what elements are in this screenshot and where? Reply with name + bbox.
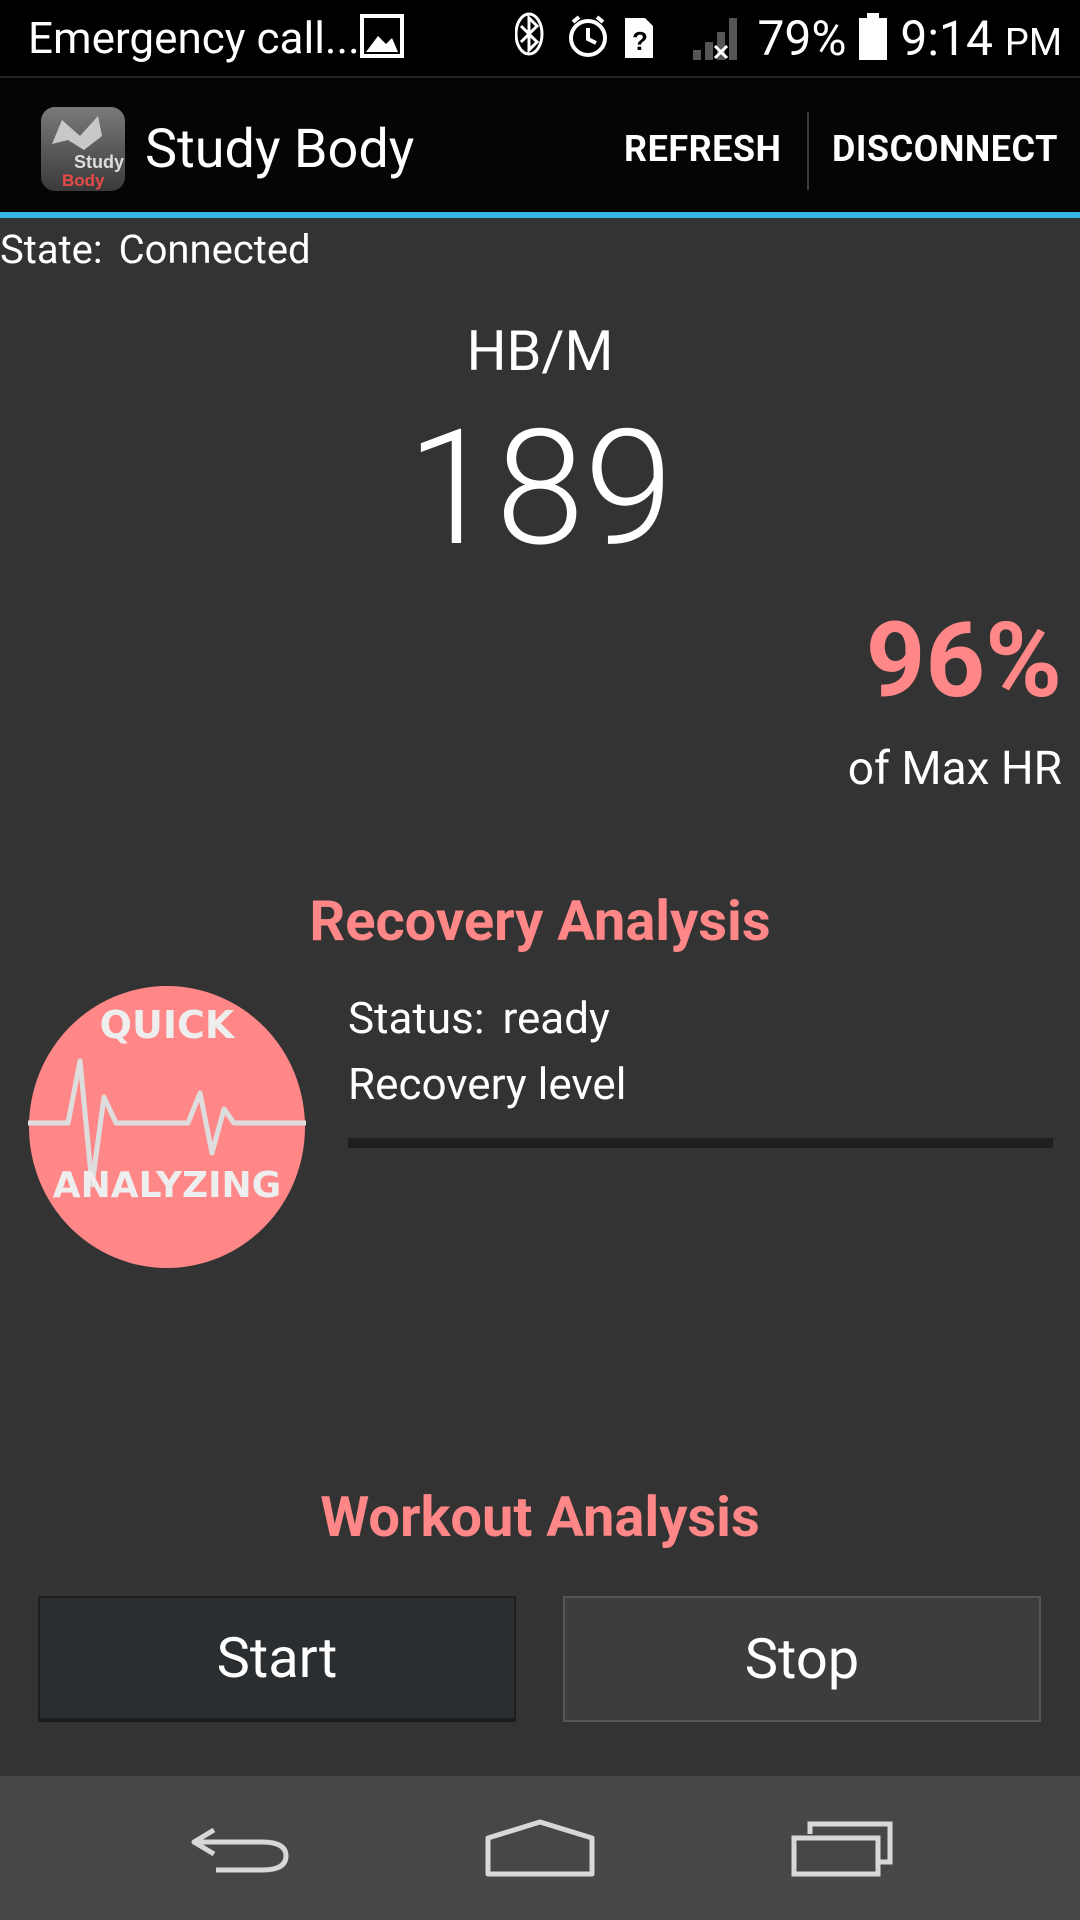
recovery-analysis-title: Recovery Analysis — [309, 888, 771, 954]
refresh-button[interactable]: REFRESH — [624, 128, 781, 170]
max-hr-percent: 96% — [865, 601, 1062, 722]
quick-analyzing-button[interactable]: QUICK ANALYZING — [28, 985, 306, 1269]
state-value: Connected — [118, 226, 311, 273]
svg-text:?: ? — [632, 26, 648, 56]
bluetooth-icon — [515, 12, 544, 56]
recovery-level-label: Recovery level — [348, 1058, 627, 1110]
state-label: State: — [0, 226, 103, 273]
logo-text-study: Study — [74, 152, 124, 172]
action-bar-accent-line — [0, 212, 1080, 218]
app-logo-icon[interactable]: Study Body — [40, 106, 126, 192]
workout-analysis-title: Workout Analysis — [320, 1484, 760, 1550]
stop-button-label: Stop — [744, 1626, 860, 1692]
stop-button[interactable]: Stop — [563, 1596, 1041, 1722]
recovery-level-progress-bar — [348, 1138, 1053, 1148]
action-bar: Study Body Study Body REFRESH DISCONNECT — [0, 76, 1080, 214]
heart-rate-value: 189 — [406, 396, 674, 583]
status-bar: Emergency call... ? 79% 9:14 PM — [0, 0, 1080, 76]
back-icon[interactable] — [186, 1818, 292, 1878]
status-right: 79% 9:14 PM — [757, 10, 1062, 67]
battery-icon — [859, 13, 888, 60]
badge-text-quick: QUICK — [100, 1003, 236, 1047]
badge-text-analyzing: ANALYZING — [53, 1165, 281, 1206]
disconnect-button[interactable]: DISCONNECT — [832, 128, 1058, 170]
recovery-status-row: Status: ready — [348, 992, 610, 1044]
status-icons: ? — [515, 12, 737, 60]
start-button[interactable]: Start — [38, 1596, 516, 1722]
state-row: State: Connected — [0, 226, 311, 273]
recovery-status-value: ready — [502, 992, 610, 1044]
max-hr-label: of Max HR — [847, 742, 1062, 796]
action-divider — [807, 112, 809, 190]
navigation-bar — [0, 1776, 1080, 1920]
alarm-icon — [569, 15, 607, 57]
recents-icon[interactable] — [790, 1818, 894, 1878]
start-button-label: Start — [216, 1625, 338, 1691]
app-title: Study Body — [145, 118, 415, 181]
heart-rate-unit-label: HB/M — [466, 318, 614, 384]
picture-icon — [360, 14, 404, 58]
logo-text-body: Body — [62, 171, 105, 190]
clock-time: 9:14 — [900, 10, 993, 67]
notification-text: Emergency call... — [28, 12, 360, 64]
clock-ampm: PM — [1004, 21, 1062, 65]
sim-unknown-icon: ? — [625, 18, 653, 58]
signal-no-service-icon — [693, 18, 737, 60]
recovery-status-label: Status: — [348, 992, 485, 1044]
battery-percent: 79% — [757, 10, 847, 67]
home-icon[interactable] — [484, 1818, 596, 1878]
